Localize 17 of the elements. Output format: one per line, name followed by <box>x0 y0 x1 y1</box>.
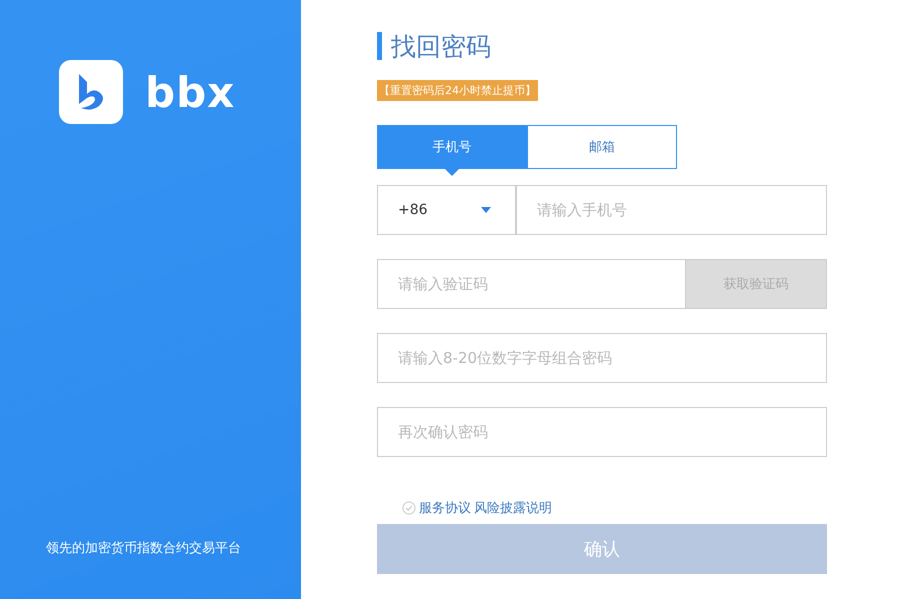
password-input[interactable]: 请输入8-20位数字字母组合密码 <box>377 333 827 383</box>
brand-name: bbx <box>145 68 236 116</box>
logo-icon <box>59 60 123 124</box>
agreement-link[interactable]: 服务协议 <box>419 499 471 517</box>
password-input[interactable]: 再次确认密码 <box>377 407 827 457</box>
title-accent <box>377 32 382 60</box>
page-title: 找回密码 <box>391 30 491 62</box>
tab[interactable]: 邮箱 <box>527 125 677 169</box>
check-circle-icon[interactable] <box>402 501 416 515</box>
caret-icon <box>481 207 491 213</box>
country-code-select[interactable]: +86 <box>377 185 516 235</box>
notice-badge: 【重置密码后24小时禁止提币】 <box>377 80 538 101</box>
phone-input[interactable]: 请输入手机号 <box>516 185 827 235</box>
code-input[interactable]: 请输入验证码 <box>377 259 686 309</box>
tab-pointer-icon <box>445 169 459 176</box>
tagline: 领先的加密货币指数合约交易平台 <box>46 540 242 557</box>
agreement-link[interactable]: 风险披露说明 <box>474 499 552 517</box>
